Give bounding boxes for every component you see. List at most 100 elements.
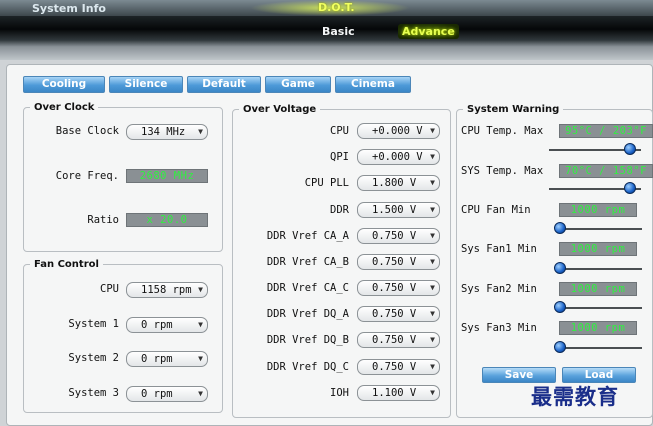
ov-cpu-pll-label: CPU PLL (304, 177, 349, 189)
ov-ddr-vref-ca-b-dropdown[interactable]: 0.750 V ▼ (357, 254, 440, 270)
ratio-display: x 20.0 (126, 213, 208, 227)
ov-ddr-vref-dq-b-value: 0.750 V (372, 334, 417, 346)
dot-title: D.O.T. (318, 1, 355, 14)
ov-ddr-vref-ca-a-dropdown[interactable]: 0.750 V ▼ (357, 228, 440, 244)
ov-qpi-dropdown[interactable]: +0.000 V ▼ (357, 149, 440, 165)
preset-tab-cinema[interactable]: Cinema (335, 76, 411, 93)
core-freq-display: 2680 MHz (126, 169, 208, 183)
ov-qpi-label: QPI (330, 151, 349, 163)
ov-cpu-label: CPU (330, 125, 349, 137)
slider-knob[interactable] (623, 182, 636, 194)
header-band (0, 16, 653, 60)
ov-ddr-label: DDR (330, 204, 349, 216)
ov-ddr-vref-ca-c-label: DDR Vref CA_C (266, 282, 349, 294)
chevron-down-icon: ▼ (430, 205, 435, 214)
ov-ioh-dropdown[interactable]: 1.100 V ▼ (357, 385, 440, 401)
chevron-down-icon: ▼ (430, 335, 435, 344)
cpu-fan-min-slider[interactable] (553, 222, 642, 234)
ov-ddr-vref-ca-c-value: 0.750 V (372, 282, 417, 294)
ov-ddr-vref-dq-b-label: DDR Vref DQ_B (266, 334, 349, 346)
ov-qpi-value: +0.000 V (372, 151, 423, 163)
base-clock-label: Base Clock (55, 125, 119, 137)
slider-knob[interactable] (553, 341, 566, 353)
sys-temp-max-slider[interactable] (549, 182, 641, 194)
chevron-down-icon: ▼ (430, 309, 435, 318)
ov-ddr-vref-dq-c-value: 0.750 V (372, 361, 417, 373)
ov-ddr-vref-dq-a-value: 0.750 V (372, 308, 417, 320)
sys-fan3-min-slider[interactable] (553, 341, 642, 353)
preset-tab-game[interactable]: Game (265, 76, 331, 93)
tab-advance[interactable]: Advance (398, 24, 459, 39)
fan-cpu-label: CPU (100, 283, 119, 295)
ov-ioh-label: IOH (330, 387, 349, 399)
fan-cpu-dropdown[interactable]: 1158 rpm ▼ (126, 282, 208, 298)
ov-ddr-vref-ca-a-value: 0.750 V (372, 230, 417, 242)
over-clock-title: Over Clock (34, 102, 95, 113)
ov-ddr-vref-dq-c-dropdown[interactable]: 0.750 V ▼ (357, 359, 440, 375)
sys-fan2-min-slider[interactable] (553, 301, 642, 313)
ov-ddr-vref-dq-b-dropdown[interactable]: 0.750 V ▼ (357, 332, 440, 348)
sys-temp-max-display: 70°C / 158°F (559, 164, 653, 178)
cpu-temp-max-display: 95°C / 203°F (559, 124, 653, 138)
chevron-down-icon: ▼ (198, 285, 203, 294)
core-freq-label: Core Freq. (55, 170, 119, 182)
preset-tab-bar: Cooling Silence Default Game Cinema (23, 76, 411, 94)
chevron-down-icon: ▼ (198, 320, 203, 329)
fan-system3-value: 0 rpm (141, 388, 173, 400)
chevron-down-icon: ▼ (430, 257, 435, 266)
ov-ioh-value: 1.100 V (372, 387, 417, 399)
cpu-fan-min-display: 1000 rpm (559, 203, 637, 217)
ov-ddr-vref-ca-c-dropdown[interactable]: 0.750 V ▼ (357, 280, 440, 296)
ov-ddr-vref-dq-c-label: DDR Vref DQ_C (266, 361, 349, 373)
slider-knob[interactable] (553, 301, 566, 313)
sys-fan1-min-slider[interactable] (553, 262, 642, 274)
base-clock-value: 134 MHz (141, 126, 186, 138)
ov-cpu-dropdown[interactable]: +0.000 V ▼ (357, 123, 440, 139)
system-info-title[interactable]: System Info (32, 2, 106, 15)
chevron-down-icon: ▼ (430, 126, 435, 135)
sys-fan3-min-label: Sys Fan3 Min (461, 322, 537, 334)
fan-system2-value: 0 rpm (141, 353, 173, 365)
fan-system3-label: System 3 (68, 387, 119, 399)
cpu-fan-min-label: CPU Fan Min (461, 204, 531, 216)
sys-fan2-min-label: Sys Fan2 Min (461, 283, 537, 295)
fan-system1-value: 0 rpm (141, 319, 173, 331)
sys-fan3-min-display: 1000 rpm (559, 321, 637, 335)
chevron-down-icon: ▼ (430, 152, 435, 161)
preset-tab-default[interactable]: Default (187, 76, 261, 93)
ratio-label: Ratio (87, 214, 119, 226)
sys-fan1-min-label: Sys Fan1 Min (461, 243, 537, 255)
ov-ddr-vref-dq-a-dropdown[interactable]: 0.750 V ▼ (357, 306, 440, 322)
slider-knob[interactable] (623, 143, 636, 155)
ov-ddr-vref-ca-b-value: 0.750 V (372, 256, 417, 268)
base-clock-dropdown[interactable]: 134 MHz ▼ (126, 124, 208, 140)
slider-knob[interactable] (553, 262, 566, 274)
preset-tab-cooling[interactable]: Cooling (23, 76, 105, 93)
chevron-down-icon: ▼ (430, 178, 435, 187)
ov-ddr-vref-dq-a-label: DDR Vref DQ_A (266, 308, 349, 320)
tab-basic[interactable]: Basic (322, 25, 355, 38)
cpu-temp-max-label: CPU Temp. Max (461, 125, 544, 137)
ov-ddr-vref-ca-a-label: DDR Vref CA_A (266, 230, 349, 242)
chevron-down-icon: ▼ (198, 354, 203, 363)
fan-cpu-value: 1158 rpm (141, 284, 192, 296)
fan-system2-label: System 2 (68, 352, 119, 364)
ov-cpu-pll-value: 1.800 V (372, 177, 417, 189)
slider-knob[interactable] (553, 222, 566, 234)
ov-cpu-value: +0.000 V (372, 125, 423, 137)
ov-ddr-dropdown[interactable]: 1.500 V ▼ (357, 202, 440, 218)
fan-control-title: Fan Control (34, 259, 99, 270)
fan-system1-dropdown[interactable]: 0 rpm ▼ (126, 317, 208, 333)
system-warning-title: System Warning (467, 104, 560, 115)
fan-system2-dropdown[interactable]: 0 rpm ▼ (126, 351, 208, 367)
chevron-down-icon: ▼ (430, 388, 435, 397)
cpu-temp-max-slider[interactable] (549, 143, 641, 155)
ov-ddr-value: 1.500 V (372, 204, 417, 216)
fan-system1-label: System 1 (68, 318, 119, 330)
fan-system3-dropdown[interactable]: 0 rpm ▼ (126, 386, 208, 402)
preset-tab-silence[interactable]: Silence (109, 76, 183, 93)
chevron-down-icon: ▼ (430, 283, 435, 292)
ov-cpu-pll-dropdown[interactable]: 1.800 V ▼ (357, 175, 440, 191)
sys-temp-max-label: SYS Temp. Max (461, 165, 544, 177)
over-voltage-title: Over Voltage (243, 104, 317, 115)
